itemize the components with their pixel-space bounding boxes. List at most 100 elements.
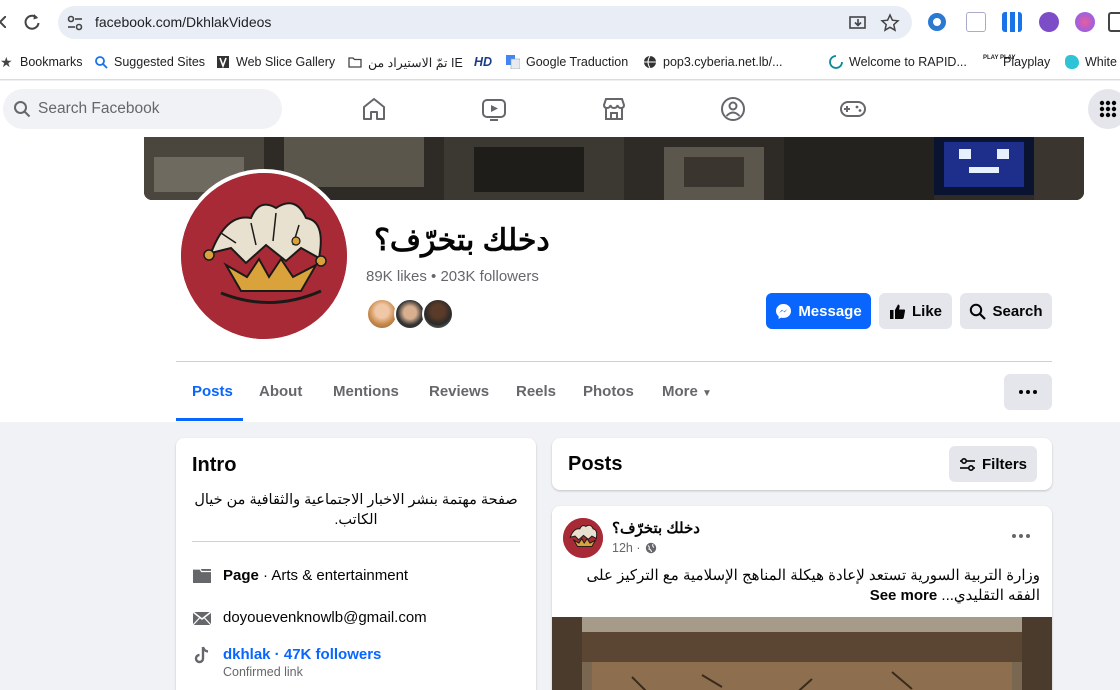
extension-viber-icon[interactable]: [1039, 12, 1059, 32]
tiktok-icon: [194, 646, 209, 664]
post-author-avatar[interactable]: [563, 518, 603, 558]
email-text[interactable]: doyouevenknowlb@gmail.com: [223, 609, 427, 626]
follower-avatars[interactable]: [366, 298, 456, 330]
star-icon: ★: [0, 54, 13, 70]
search-facebook-input[interactable]: Search Facebook: [3, 89, 282, 129]
back-arrow-icon[interactable]: [0, 16, 6, 28]
translate-icon: [506, 55, 520, 69]
install-app-icon[interactable]: [848, 13, 868, 33]
jester-hat-logo: [563, 518, 603, 558]
caret-down-icon: ▼: [702, 388, 712, 399]
reload-icon[interactable]: [22, 12, 42, 32]
globe-icon: [644, 55, 656, 69]
search-placeholder: Search Facebook: [38, 100, 160, 117]
page-search-button[interactable]: Search: [960, 293, 1052, 329]
post-time-text: 12h ·: [612, 541, 641, 555]
posts-title: Posts: [568, 453, 623, 475]
bookmark-star-icon[interactable]: [880, 13, 900, 33]
tab-about[interactable]: About: [259, 383, 302, 400]
page-avatar[interactable]: [177, 169, 351, 343]
home-icon[interactable]: [361, 96, 387, 122]
bookmark-google-traduction[interactable]: Google Traduction: [506, 53, 628, 71]
site-settings-icon[interactable]: [66, 14, 84, 32]
extension-brain-icon[interactable]: [1075, 12, 1095, 32]
tab-more-label: More: [662, 383, 698, 400]
category-value: · Arts & entertainment: [258, 567, 409, 584]
post-author-name[interactable]: دخلك بتخرّف؟: [612, 519, 700, 537]
more-dots-icon: [1019, 534, 1023, 538]
search-icon: [970, 303, 987, 320]
extension-invid-icon[interactable]: [966, 12, 986, 32]
tab-more[interactable]: More ▼: [662, 383, 712, 400]
rapid-icon: [829, 55, 843, 69]
address-bar[interactable]: facebook.com/DkhlakVideos: [58, 6, 912, 39]
tab-reviews[interactable]: Reviews: [429, 383, 489, 400]
more-dots-icon: [1026, 390, 1030, 394]
grid-menu-icon: [1099, 100, 1117, 118]
post-timestamp[interactable]: 12h ·: [612, 541, 657, 555]
post-photo: [552, 617, 1052, 690]
more-dots-icon: [1019, 390, 1023, 394]
thumbs-up-icon: [889, 304, 906, 319]
page-more-options-button[interactable]: [1004, 374, 1052, 410]
category-label: Page: [223, 567, 259, 584]
bookmark-suggested-sites[interactable]: Suggested Sites: [94, 53, 205, 71]
marketplace-icon[interactable]: [601, 96, 627, 122]
bookmark-playplay[interactable]: PLAY PLAY Playplay: [983, 53, 1050, 71]
gaming-icon[interactable]: [840, 96, 866, 122]
message-button[interactable]: Message: [766, 293, 871, 329]
filters-icon: [959, 457, 975, 471]
search-icon: [14, 101, 31, 118]
messenger-icon: [776, 303, 792, 319]
bookmarks-bar: ★ Bookmarks Suggested Sites Web Slice Gal…: [0, 44, 1120, 80]
hd-icon: HD: [474, 55, 493, 69]
email-icon: [192, 611, 212, 626]
web-slice-icon: [217, 56, 229, 69]
see-more-link[interactable]: See more: [870, 587, 938, 604]
post-card: دخلك بتخرّف؟ 12h · وزارة التربية السورية…: [552, 506, 1052, 690]
page-title: دخلك بتخرّف؟: [374, 224, 550, 257]
bookmark-imported-ie[interactable]: تمّ الاستيراد من IE: [348, 53, 463, 71]
browser-toolbar: facebook.com/DkhlakVideos: [0, 0, 1120, 44]
post-options-button[interactable]: [1012, 534, 1030, 538]
bookmark-welcome-rapid[interactable]: Welcome to RAPID...: [829, 53, 967, 71]
page-header: دخلك بتخرّف؟ 89K likes • 203K followers …: [0, 137, 1120, 422]
post-body: وزارة التربية السورية تستعد لإعادة هيكلة…: [586, 567, 1040, 604]
search-icon: [95, 56, 108, 69]
post-text: وزارة التربية السورية تستعد لإعادة هيكلة…: [568, 566, 1040, 606]
url-text[interactable]: facebook.com/DkhlakVideos: [95, 14, 271, 30]
extensions-puzzle-icon[interactable]: [1108, 12, 1120, 32]
video-icon[interactable]: [481, 96, 507, 122]
tiktok-link[interactable]: dkhlak · 47K followers: [223, 646, 381, 663]
flag-page-icon: [193, 568, 211, 583]
tab-reels[interactable]: Reels: [516, 383, 556, 400]
globe-icon: [645, 542, 656, 554]
confirmed-link-label: Confirmed link: [223, 665, 303, 679]
facebook-top-bar: Search Facebook: [0, 81, 1120, 137]
intro-card: Intro صفحة مهتمة بنشر الاخبار الاجتماعية…: [176, 438, 536, 690]
filters-button[interactable]: Filters: [949, 446, 1037, 482]
intro-divider: [192, 541, 520, 542]
active-tab-indicator: [176, 418, 243, 421]
like-button[interactable]: Like: [879, 293, 952, 329]
folder-icon: [348, 57, 362, 68]
more-dots-icon: [1026, 534, 1030, 538]
page-stats[interactable]: 89K likes • 203K followers: [366, 268, 539, 285]
bookmark-hd[interactable]: HD: [474, 53, 492, 71]
tab-posts[interactable]: Posts: [192, 383, 233, 400]
intro-title: Intro: [192, 454, 237, 476]
tab-mentions[interactable]: Mentions: [333, 383, 399, 400]
groups-icon[interactable]: [720, 96, 746, 122]
more-dots-icon: [1033, 390, 1037, 394]
follower-avatar[interactable]: [422, 298, 454, 330]
white-icon: [1065, 55, 1079, 69]
extension-bars-icon[interactable]: [1002, 12, 1022, 32]
tab-photos[interactable]: Photos: [583, 383, 634, 400]
post-image[interactable]: [552, 617, 1052, 690]
menu-grid-button[interactable]: [1088, 89, 1120, 129]
bookmark-bookmarks[interactable]: ★ Bookmarks: [0, 53, 83, 71]
bookmark-web-slice-gallery[interactable]: Web Slice Gallery: [216, 53, 335, 71]
extension-eye-icon[interactable]: [928, 13, 946, 31]
bookmark-white[interactable]: White: [1065, 53, 1117, 71]
bookmark-pop3-cyberia[interactable]: pop3.cyberia.net.lb/...: [643, 53, 783, 71]
